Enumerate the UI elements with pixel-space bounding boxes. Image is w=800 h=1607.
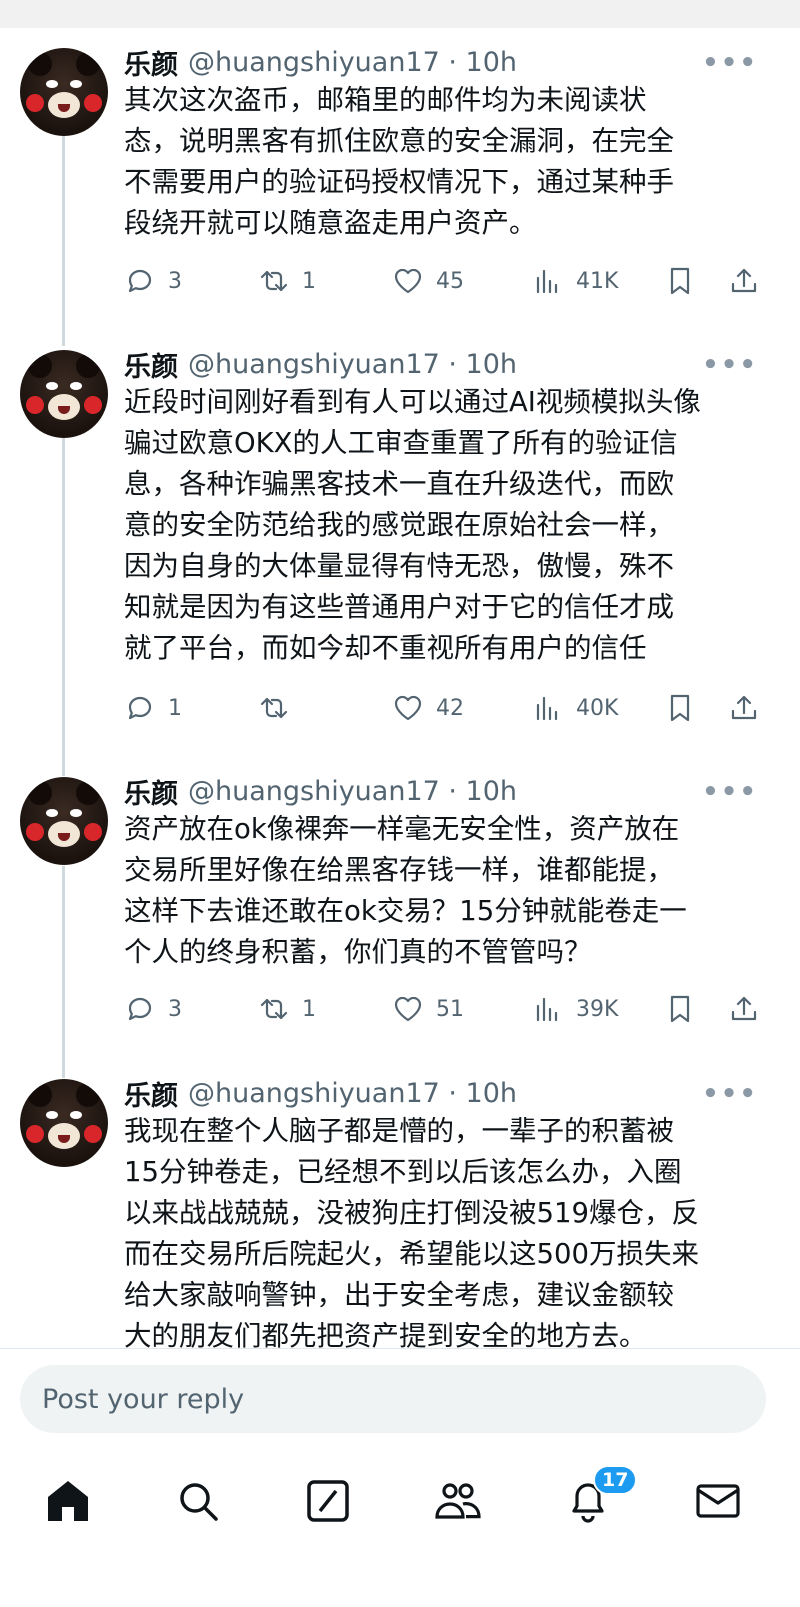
tweet-text: 资产放在ok像裸奔一样毫无安全性，资产放在 交易所里好像在给黑客存钱一样，谁都能…	[124, 813, 687, 968]
bookmark-button[interactable]	[664, 989, 696, 1029]
avatar[interactable]	[20, 48, 108, 136]
notification-badge: 17	[593, 1465, 638, 1495]
home-icon[interactable]	[42, 1475, 94, 1527]
reply-button[interactable]: 1	[124, 688, 182, 728]
views-icon	[536, 696, 558, 721]
heart-icon	[394, 695, 422, 721]
tweet-actions: 3 1 45 41K	[124, 261, 764, 301]
tweet-header: 乐颜 @huangshiyuan17 · 10h	[124, 42, 517, 82]
communities-icon[interactable]	[432, 1475, 484, 1527]
reply-input[interactable]: Post your reply	[20, 1365, 766, 1433]
tweet-actions: 3 1 51 39K	[124, 989, 764, 1029]
reply-button[interactable]: 3	[124, 989, 182, 1029]
tweet[interactable]: 乐颜 @huangshiyuan17 · 10h ••• 资产放在ok像裸奔一样…	[0, 771, 800, 1041]
tweet-text: 其次这次盗币，邮箱里的邮件均为未阅读状 态，说明黑客有抓住欧意的安全漏洞，在完全…	[124, 84, 674, 239]
repost-button[interactable]: 1	[258, 261, 316, 301]
reply-placeholder: Post your reply	[42, 1383, 245, 1415]
handle-time[interactable]: @huangshiyuan17 · 10h	[188, 776, 517, 807]
like-count: 45	[436, 268, 464, 294]
bookmark-icon	[670, 267, 690, 295]
repost-button[interactable]	[258, 688, 290, 728]
display-name[interactable]: 乐颜	[124, 43, 178, 82]
like-button[interactable]: 42	[392, 688, 464, 728]
views-button[interactable]: 41K	[532, 261, 618, 301]
view-count: 41K	[576, 268, 619, 294]
tweet-text: 我现在整个人脑子都是懵的，一辈子的积蓄被 15分钟卷走，已经想不到以后该怎么办，…	[124, 1115, 699, 1348]
bookmark-button[interactable]	[664, 688, 696, 728]
bottom-nav	[0, 1455, 800, 1545]
display-name[interactable]: 乐颜	[124, 1074, 178, 1113]
heart-icon	[394, 268, 422, 294]
more-options-icon[interactable]: •••	[702, 48, 758, 78]
reply-icon	[128, 696, 152, 720]
divider	[0, 1348, 800, 1349]
handle-time[interactable]: @huangshiyuan17 · 10h	[188, 1078, 517, 1109]
messages-icon[interactable]	[692, 1475, 744, 1527]
bookmark-icon	[670, 995, 690, 1023]
share-icon	[731, 695, 757, 720]
view-count: 40K	[576, 695, 619, 721]
repost-button[interactable]: 1	[258, 989, 316, 1029]
tweet-actions: 1 42 40K	[124, 688, 764, 728]
more-options-icon[interactable]: •••	[702, 777, 758, 807]
repost-count: 1	[302, 268, 316, 294]
search-icon[interactable]	[172, 1475, 224, 1527]
share-button[interactable]	[728, 261, 760, 301]
avatar[interactable]	[20, 777, 108, 865]
tweet-text: 近段时间刚好看到有人可以通过AI视频模拟头像 骗过欧意OKX的人工审查重置了所有…	[124, 386, 701, 664]
more-options-icon[interactable]: •••	[702, 350, 758, 380]
bookmark-button[interactable]	[664, 261, 696, 301]
tweet[interactable]: 乐颜 @huangshiyuan17 · 10h ••• 我现在整个人脑子都是懵…	[0, 1073, 800, 1348]
repost-icon	[260, 270, 288, 292]
reply-button[interactable]: 3	[124, 261, 182, 301]
like-button[interactable]: 51	[392, 989, 464, 1029]
share-button[interactable]	[728, 989, 760, 1029]
tweet-header: 乐颜 @huangshiyuan17 · 10h	[124, 344, 517, 384]
reply-count: 3	[168, 268, 182, 294]
grok-icon[interactable]	[302, 1475, 354, 1527]
view-count: 39K	[576, 996, 619, 1022]
views-icon	[536, 997, 558, 1022]
tweet[interactable]: 乐颜 @huangshiyuan17 · 10h ••• 近段时间刚好看到有人可…	[0, 344, 800, 744]
share-button[interactable]	[728, 688, 760, 728]
tweet-header: 乐颜 @huangshiyuan17 · 10h	[124, 771, 517, 811]
display-name[interactable]: 乐颜	[124, 345, 178, 384]
avatar[interactable]	[20, 350, 108, 438]
handle-time[interactable]: @huangshiyuan17 · 10h	[188, 349, 517, 380]
like-count: 42	[436, 695, 464, 721]
reply-icon	[128, 269, 152, 293]
bookmark-icon	[670, 694, 690, 722]
status-bar	[0, 0, 800, 28]
views-button[interactable]: 40K	[532, 688, 618, 728]
share-icon	[731, 996, 757, 1021]
tweet-header: 乐颜 @huangshiyuan17 · 10h	[124, 1073, 517, 1113]
more-options-icon[interactable]: •••	[702, 1079, 758, 1109]
like-count: 51	[436, 996, 464, 1022]
like-button[interactable]: 45	[392, 261, 464, 301]
display-name[interactable]: 乐颜	[124, 772, 178, 811]
views-icon	[536, 269, 558, 294]
avatar[interactable]	[20, 1079, 108, 1167]
repost-icon	[260, 697, 288, 719]
reply-count: 1	[168, 695, 182, 721]
share-icon	[731, 268, 757, 293]
tweet[interactable]: 乐颜 @huangshiyuan17 · 10h ••• 其次这次盗币，邮箱里的…	[0, 42, 800, 312]
reply-count: 3	[168, 996, 182, 1022]
repost-icon	[260, 998, 288, 1020]
handle-time[interactable]: @huangshiyuan17 · 10h	[188, 47, 517, 78]
heart-icon	[394, 996, 422, 1022]
views-button[interactable]: 39K	[532, 989, 618, 1029]
repost-count: 1	[302, 996, 316, 1022]
reply-icon	[128, 997, 152, 1021]
